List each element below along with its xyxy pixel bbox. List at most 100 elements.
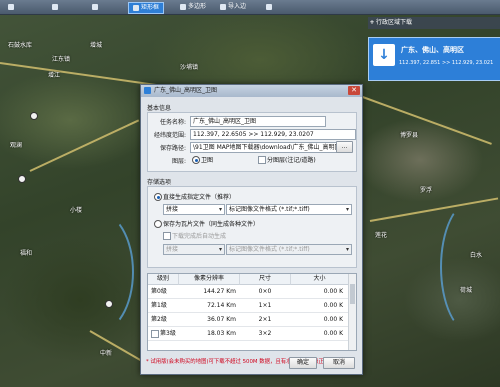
coords-field: 112.397, 22.6505 >> 112.929, 23.0207 [190, 129, 356, 140]
polygon-select-button[interactable]: 多边形 [176, 2, 210, 12]
map-pin-icon[interactable] [18, 175, 26, 183]
direct-format-select[interactable]: 标记图像文件格式 (*.tif;*.tiff) [226, 204, 352, 215]
dialog-titlebar[interactable]: 广东_佛山_高明区_卫图 [141, 85, 362, 97]
dialog-title: 广东_佛山_高明区_卫图 [154, 87, 218, 94]
map-road [89, 330, 143, 362]
filesize-cell: 0.00 K [323, 288, 343, 295]
task-coords: 112.397, 22.851 >> 112.929, 23.021 [399, 60, 494, 66]
map-label: 观澜 [10, 142, 23, 149]
plus-icon[interactable]: + [368, 17, 376, 29]
download-dialog: 广东_佛山_高明区_卫图 ✕ 基本信息 任务名称: 广东_佛山_高明区_卫图 经… [140, 84, 363, 375]
save-path-label: 保存路径: [159, 145, 186, 152]
task-name-label: 任务名称: [159, 119, 186, 126]
level-cell: 第2级 [151, 316, 167, 323]
auto-generate-label: 下载完成后自动生成 [172, 233, 227, 240]
cancel-button[interactable]: 取消 [323, 357, 355, 369]
layer-label: 图层: [171, 158, 186, 165]
table-scrollbar[interactable] [348, 274, 356, 350]
storage-options-heading: 存储选项 [147, 179, 172, 186]
storage-options-group: 直接生成指定文件（推荐） 拼接 标记图像文件格式 (*.tif;*.tiff) … [147, 186, 357, 268]
import-boundary-button[interactable]: 导入边 [216, 2, 250, 12]
import-icon [220, 3, 226, 10]
map-pin-icon[interactable] [30, 112, 38, 120]
ruler-icon [92, 3, 98, 10]
level-cell: 第0级 [151, 288, 167, 295]
level-checkbox[interactable] [151, 330, 159, 338]
map-label: 福和 [20, 250, 33, 257]
map-label: 江东镇 [52, 56, 71, 63]
toolbar-button[interactable] [88, 2, 104, 12]
panel-header[interactable]: +行政区域下载 [368, 17, 500, 29]
home-icon [52, 3, 58, 10]
table-row[interactable]: 第2级 36.07 Km 2×1 0.00 K [148, 313, 348, 327]
top-toolbar: 矩形框 多边形 导入边 [0, 0, 500, 15]
task-title: 广东、佛山、高明区 [401, 46, 464, 54]
filesize-cell: 0.00 K [323, 316, 343, 323]
map-label: 沙埔镇 [180, 64, 199, 71]
auto-generate-checkbox[interactable] [163, 232, 171, 240]
column-header-size: 尺寸 [240, 274, 291, 285]
map-river [440, 200, 500, 334]
rectangle-select-button[interactable]: 矩形框 [128, 2, 165, 14]
scrollbar-thumb[interactable] [350, 284, 355, 304]
basic-info-group: 任务名称: 广东_佛山_高明区_卫图 经纬度范围: 112.397, 22.65… [147, 112, 357, 172]
download-icon: ↓ [373, 44, 395, 66]
map-label: 增城 [90, 42, 103, 49]
toolbar-button[interactable] [262, 2, 278, 12]
filesize-cell: 0.00 K [323, 330, 343, 337]
tiles-mode-select[interactable]: 拼接 [163, 244, 225, 255]
dimension-cell: 2×1 [258, 316, 272, 323]
map-road [29, 119, 140, 172]
map-label: 白水 [470, 252, 483, 259]
filesize-cell: 0.00 K [323, 302, 343, 309]
browse-button[interactable]: ... [336, 141, 353, 153]
polygon-icon [180, 3, 186, 10]
resolution-cell: 72.14 Km [207, 302, 236, 309]
column-header-level: 级别 [148, 274, 179, 285]
task-name-input[interactable]: 广东_佛山_高明区_卫图 [190, 116, 326, 127]
level-cell: 第3级 [160, 330, 176, 337]
layer-checkbox-split[interactable] [258, 156, 266, 164]
layers-icon [8, 3, 14, 10]
map-label: 增江 [48, 72, 61, 79]
level-cell: 第1级 [151, 302, 167, 309]
more-icon [266, 3, 272, 10]
toolbar-button[interactable] [4, 2, 20, 12]
map-label: 中新 [100, 350, 113, 357]
ok-button[interactable]: 确定 [289, 357, 317, 369]
tiles-format-select[interactable]: 标记图像文件格式 (*.tif;*.tiff) [226, 244, 352, 255]
table-row[interactable]: 第3级 18.03 Km 3×2 0.00 K [148, 327, 348, 341]
app-icon [144, 87, 151, 94]
direct-generate-radio[interactable] [154, 193, 162, 201]
table-row[interactable]: 第0级 144.27 Km 0×0 0.00 K [148, 285, 348, 299]
map-label: 荷城 [460, 287, 473, 294]
zoom-level-table: 级别 像素分辨率 尺寸 大小 第0级 144.27 Km 0×0 0.00 K … [147, 273, 357, 351]
basic-info-heading: 基本信息 [147, 105, 172, 112]
table-row[interactable]: 第1级 72.14 Km 1×1 0.00 K [148, 299, 348, 313]
resolution-cell: 36.07 Km [207, 316, 236, 323]
save-tiles-radio[interactable] [154, 220, 162, 228]
download-task-panel: +行政区域下载 ↓ 广东、佛山、高明区 112.397, 22.851 >> 1… [368, 17, 500, 81]
map-pin-icon[interactable] [105, 300, 113, 308]
resolution-cell: 144.27 Km [203, 288, 236, 295]
close-button[interactable]: ✕ [348, 86, 360, 95]
layer-option-split: 分图层(注记/道路) [267, 157, 316, 164]
coords-label: 经纬度范围: [153, 132, 186, 139]
task-card[interactable]: ↓ 广东、佛山、高明区 112.397, 22.851 >> 112.929, … [368, 37, 500, 81]
save-tiles-label: 保存为瓦片文件（同生成各种文件） [163, 221, 260, 228]
direct-mode-select[interactable]: 拼接 [163, 204, 225, 215]
resolution-cell: 18.03 Km [207, 330, 236, 337]
map-label: 罗浮 [420, 187, 433, 194]
direct-generate-label: 直接生成指定文件（推荐） [163, 194, 236, 201]
save-path-input[interactable]: \91卫图 MAP地图下载器\download\广东_佛山_高明区 [190, 142, 338, 153]
map-label: 博罗县 [400, 132, 419, 139]
map-river [60, 210, 134, 334]
map-label: 小楼 [70, 207, 83, 214]
toolbar-button[interactable] [48, 2, 64, 12]
dimension-cell: 0×0 [258, 288, 272, 295]
layer-radio-satellite[interactable] [192, 156, 200, 164]
dimension-cell: 3×2 [258, 330, 272, 337]
map-label: 莲花 [375, 232, 388, 239]
layer-option-satellite: 卫图 [201, 157, 214, 164]
map-road [359, 95, 492, 145]
